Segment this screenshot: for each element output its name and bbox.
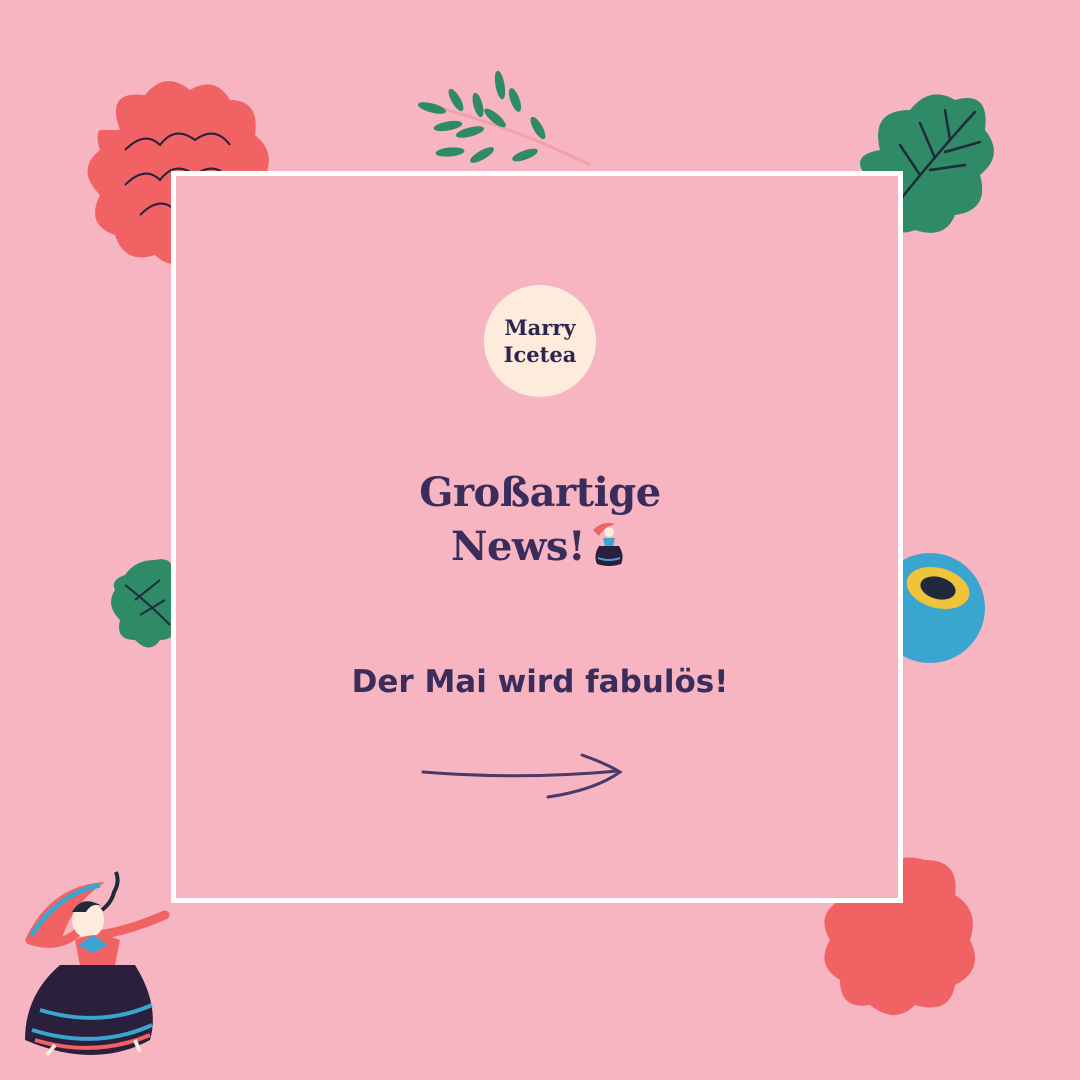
subtitle: Der Mai wird fabulös! [351,664,729,700]
dancing-woman-icon [25,871,170,1057]
headline-line-2-row: News! [451,520,629,574]
logo-line-2: Icetea [503,342,577,367]
small-green-leaf-icon [111,559,180,648]
logo-line-1: Marry [504,315,576,340]
headline-line-2: News! [450,523,586,570]
dancing-woman-emoji-icon [593,522,623,566]
headline-line-1: Großartige [419,469,661,516]
brand-logo: Marry Icetea [484,285,596,397]
leafy-branch-icon [417,70,591,167]
headline: Großartige News! [340,466,740,574]
